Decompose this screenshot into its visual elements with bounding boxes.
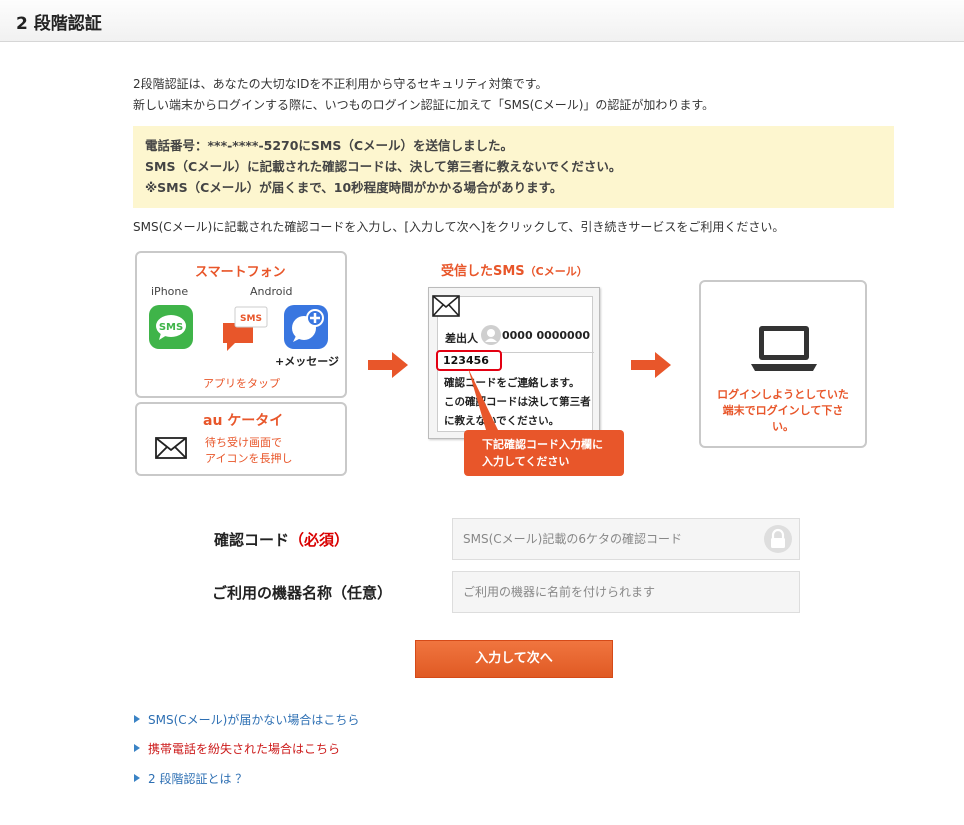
device-name-label: ご利用の機器名称（任意）	[212, 584, 393, 602]
envelope-icon	[155, 437, 187, 463]
plus-message-label: +メッセージ	[275, 355, 339, 368]
iphone-label: iPhone	[151, 285, 189, 298]
laptop-icon	[749, 324, 819, 378]
sms-icon-text: SMS	[159, 322, 183, 333]
triangle-bullet-icon	[134, 715, 140, 723]
arrow-right-icon	[368, 352, 408, 382]
smartphone-card: スマートフォン iPhone Android SMS SMS +メッセージ アプ…	[135, 251, 347, 398]
page-title: 2 段階認証	[16, 14, 102, 34]
au-caption-line-1: 待ち受け画面で	[205, 436, 282, 449]
code-label-text: 確認コード	[214, 531, 290, 549]
sms-sent-notice: 電話番号：***-****-5270にSMS（Cメール）を送信しました。 SMS…	[133, 126, 894, 208]
link-about-2fa-label[interactable]: 2 段階認証とは ？	[148, 772, 247, 786]
sms-example-title-suffix: （Cメール）	[524, 265, 588, 278]
notice-line-3: ※SMS（Cメール）が届くまで、10秒程度時間がかかる場合があります。	[145, 180, 563, 195]
au-phone-card: au ケータイ 待ち受け画面で アイコンを長押し	[135, 402, 347, 476]
link-lost-phone[interactable]: 携帯電話を紛失された場合はこちら	[134, 740, 340, 757]
intro-text: 2段階認証は、あなたの大切なIDを不正利用から守るセキュリティ対策です。 新しい…	[133, 74, 714, 116]
smartphone-title: スマートフォン	[195, 265, 286, 280]
smartphone-caption: アプリをタップ	[203, 377, 280, 390]
callout-pointer	[462, 368, 502, 438]
au-caption-line-2: アイコンを長押し	[205, 452, 293, 465]
login-instruction-line-1: ログインしようとしていた	[717, 388, 849, 401]
link-about-2fa[interactable]: 2 段階認証とは ？	[134, 770, 247, 787]
submit-button[interactable]: 入力して次へ	[415, 640, 613, 678]
login-instruction-line-2: 端末でログインして下さい。	[722, 404, 844, 433]
verification-code-input[interactable]	[452, 518, 800, 560]
triangle-bullet-icon	[134, 774, 140, 782]
instruction-text: SMS(Cメール)に記載された確認コードを入力し、[入力して次へ]をクリックして…	[133, 220, 785, 234]
device-name-input[interactable]	[452, 571, 800, 613]
sender-number: 0000 0000000	[502, 329, 591, 342]
page-header: 2 段階認証	[0, 0, 964, 42]
sender-row: 差出人 0000 0000000	[438, 319, 594, 353]
triangle-bullet-icon	[134, 744, 140, 752]
android-sms-icon: SMS	[219, 305, 271, 353]
sms-app-icon: SMS	[149, 305, 193, 349]
login-device-card: ログインしようとしていた 端末でログインして下さい。	[699, 280, 867, 448]
notice-line-1: 電話番号：***-****-5270にSMS（Cメール）を送信しました。	[145, 138, 514, 153]
arrow-right-icon	[631, 352, 671, 382]
sms-bubble-text: SMS	[240, 314, 262, 324]
required-mark: （必須）	[289, 531, 350, 549]
mail-icon	[432, 295, 460, 321]
avatar-icon	[481, 325, 501, 345]
enter-code-callout: 下記確認コード入力欄に 入力してください	[464, 430, 624, 476]
au-title: au ケータイ	[203, 413, 284, 429]
link-sms-not-received[interactable]: SMS(Cメール)が届かない場合はこちら	[134, 711, 359, 728]
callout-line-2: 入力してください	[482, 455, 570, 468]
lock-icon	[764, 525, 792, 553]
plus-message-icon	[284, 305, 328, 349]
link-sms-not-received-label[interactable]: SMS(Cメール)が届かない場合はこちら	[148, 713, 359, 727]
intro-line-2: 新しい端末からログインする際に、いつものログイン認証に加えて「SMS(Cメール)…	[133, 98, 715, 112]
callout-line-1: 下記確認コード入力欄に	[482, 438, 603, 451]
sms-example-title: 受信したSMS（Cメール）	[441, 260, 588, 279]
link-lost-phone-label[interactable]: 携帯電話を紛失された場合はこちら	[148, 742, 340, 756]
sender-label: 差出人	[445, 332, 478, 345]
sms-example-title-main: 受信したSMS	[441, 264, 525, 279]
code-label: 確認コード（必須）	[214, 529, 349, 550]
notice-line-2: SMS（Cメール）に記載された確認コードは、決して第三者に教えないでください。	[145, 159, 622, 174]
intro-line-1: 2段階認証は、あなたの大切なIDを不正利用から守るセキュリティ対策です。	[133, 77, 548, 91]
android-label: Android	[250, 285, 293, 298]
